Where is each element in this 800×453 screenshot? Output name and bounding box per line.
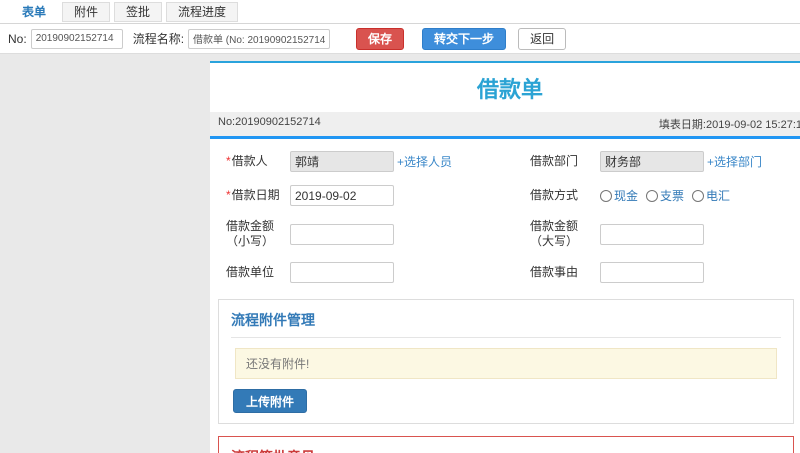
tab-attachment[interactable]: 附件 bbox=[62, 1, 111, 22]
radio-cheque-label: 支票 bbox=[660, 189, 685, 203]
method-field: 现金 支票 电汇 bbox=[600, 187, 800, 204]
radio-wire[interactable]: 电汇 bbox=[692, 187, 730, 204]
app-window: 表单 附件 签批 流程进度 No: 流程名称: 保存 转交下一步 返回 借款单 … bbox=[0, 0, 800, 453]
borrower-label-text: 借款人 bbox=[231, 154, 268, 168]
unit-label: 借款单位 bbox=[226, 265, 275, 279]
tab-sign-label: 签批 bbox=[126, 5, 151, 19]
borrower-label: *借款人 bbox=[226, 154, 290, 169]
radio-cash[interactable]: 现金 bbox=[600, 187, 638, 204]
radio-wire-input[interactable] bbox=[692, 189, 705, 202]
form-fields: *借款人 +选择人员 借款部门 +选择部门 *借款日期 借款方式 现金 支票 bbox=[210, 139, 800, 295]
back-button[interactable]: 返回 bbox=[518, 27, 567, 50]
save-button[interactable]: 保存 bbox=[356, 27, 405, 50]
method-label: 借款方式 bbox=[530, 188, 579, 202]
amount-upper-input[interactable] bbox=[600, 223, 704, 245]
approval-section: 流程签批意见 B I abc A A ∞ ⚑ bbox=[218, 436, 794, 453]
upload-attachment-button[interactable]: 上传附件 bbox=[233, 389, 308, 413]
select-department-link[interactable]: +选择部门 bbox=[707, 153, 762, 170]
tab-form-label: 表单 bbox=[22, 5, 47, 19]
amount-lower-input[interactable] bbox=[290, 223, 394, 245]
amount-upper-field bbox=[600, 223, 800, 245]
process-name-label: 流程名称: bbox=[132, 32, 185, 46]
attachment-section: 流程附件管理 还没有附件! 上传附件 bbox=[218, 299, 794, 424]
fill-date: 填表日期:2019-09-02 15:27:1 bbox=[658, 119, 800, 131]
radio-cash-input[interactable] bbox=[600, 189, 612, 202]
no-input[interactable] bbox=[30, 28, 123, 49]
amount-upper-label: 借款金额（大写） bbox=[530, 219, 579, 248]
borrow-date-input[interactable] bbox=[290, 185, 394, 206]
unit-field bbox=[290, 262, 530, 283]
tab-progress-label: 流程进度 bbox=[178, 5, 227, 19]
borrower-input[interactable] bbox=[290, 151, 394, 172]
amount-lower-field bbox=[290, 223, 530, 245]
department-input[interactable] bbox=[600, 151, 704, 172]
radio-wire-label: 电汇 bbox=[706, 189, 731, 203]
tab-form[interactable]: 表单 bbox=[10, 1, 59, 22]
no-label: No: bbox=[8, 31, 27, 46]
required-mark: * bbox=[226, 154, 231, 168]
tab-bar: 表单 附件 签批 流程进度 bbox=[0, 0, 800, 24]
borrow-date-label-text: 借款日期 bbox=[231, 188, 280, 202]
form-panel: 借款单 No:20190902152714 填表日期:2019-09-02 15… bbox=[210, 61, 800, 453]
department-field: +选择部门 bbox=[600, 151, 800, 172]
radio-cash-label: 现金 bbox=[614, 189, 639, 203]
amount-lower-label: 借款金额（小写） bbox=[226, 219, 275, 248]
unit-input[interactable] bbox=[290, 262, 394, 283]
workspace: 借款单 No:20190902152714 填表日期:2019-09-02 15… bbox=[0, 55, 800, 453]
forward-next-button[interactable]: 转交下一步 bbox=[422, 27, 507, 50]
tab-attachment-label: 附件 bbox=[74, 5, 99, 19]
divider bbox=[231, 337, 781, 338]
attachment-section-title: 流程附件管理 bbox=[231, 312, 315, 328]
document-no: No:20190902152714 bbox=[218, 116, 321, 128]
department-label: 借款部门 bbox=[530, 154, 579, 168]
borrower-field: +选择人员 bbox=[290, 151, 530, 172]
radio-cheque-input[interactable] bbox=[646, 189, 659, 202]
select-person-link[interactable]: +选择人员 bbox=[397, 153, 452, 170]
required-mark: * bbox=[226, 188, 231, 202]
process-name-input[interactable] bbox=[188, 28, 331, 49]
approval-section-title: 流程签批意见 bbox=[231, 447, 781, 453]
tab-progress[interactable]: 流程进度 bbox=[166, 1, 239, 22]
reason-field bbox=[600, 262, 800, 283]
reason-input[interactable] bbox=[600, 262, 704, 283]
reason-label: 借款事由 bbox=[530, 265, 579, 279]
tab-sign[interactable]: 签批 bbox=[114, 1, 163, 22]
radio-cheque[interactable]: 支票 bbox=[646, 187, 684, 204]
meta-bar: No:20190902152714 填表日期:2019-09-02 15:27:… bbox=[210, 112, 800, 139]
no-attachment-notice: 还没有附件! bbox=[235, 348, 777, 379]
command-bar: No: 流程名称: 保存 转交下一步 返回 bbox=[0, 24, 800, 54]
borrow-date-field bbox=[290, 185, 530, 206]
document-title: 借款单 bbox=[476, 77, 543, 102]
borrow-date-label: *借款日期 bbox=[226, 188, 290, 203]
